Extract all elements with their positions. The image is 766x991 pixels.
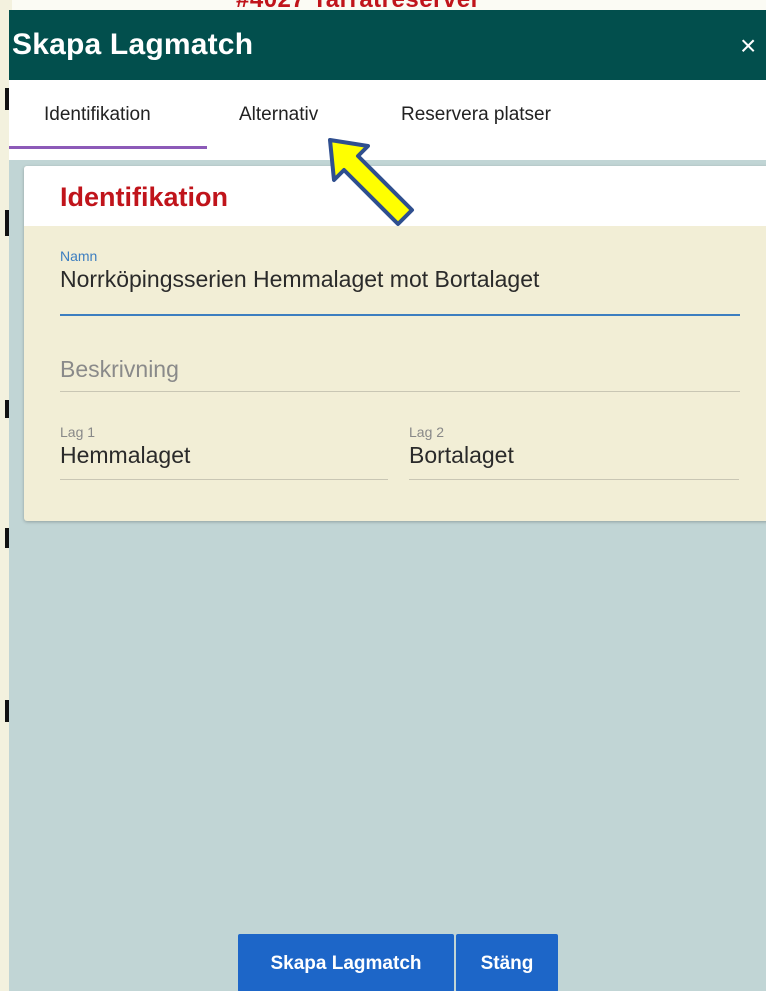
dialog-titlebar: Skapa Lagmatch × xyxy=(9,10,766,80)
description-input[interactable]: Beskrivning xyxy=(60,356,179,383)
team2-label: Lag 2 xyxy=(409,424,445,440)
name-label: Namn xyxy=(60,248,98,264)
team1-input[interactable]: Hemmalaget xyxy=(60,442,190,469)
name-underline xyxy=(60,314,740,316)
name-input[interactable]: Norrköpingsserien Hemmalaget mot Bortala… xyxy=(60,266,539,293)
dialog-title: Skapa Lagmatch xyxy=(12,28,254,61)
team2-underline xyxy=(409,479,739,480)
annotation-arrow-icon xyxy=(328,138,414,226)
active-tab-indicator xyxy=(9,146,207,149)
team2-input[interactable]: Bortalaget xyxy=(409,442,514,469)
name-field[interactable]: Namn Norrköpingsserien Hemmalaget mot Bo… xyxy=(60,244,740,316)
description-underline xyxy=(60,391,740,392)
close-icon[interactable]: × xyxy=(740,32,766,60)
tab-identifikation[interactable]: Identifikation xyxy=(44,104,151,126)
section-heading: Identifikation xyxy=(60,182,228,212)
team2-field[interactable]: Lag 2 Bortalaget xyxy=(409,420,739,480)
team1-field[interactable]: Lag 1 Hemmalaget xyxy=(60,420,388,480)
tab-reservera-platser[interactable]: Reservera platser xyxy=(401,104,551,126)
team1-underline xyxy=(60,479,388,480)
close-button[interactable]: Stäng xyxy=(456,934,558,991)
tab-alternativ[interactable]: Alternativ xyxy=(239,104,318,126)
team1-label: Lag 1 xyxy=(60,424,96,440)
create-team-match-button[interactable]: Skapa Lagmatch xyxy=(238,934,454,991)
description-field[interactable]: Beskrivning xyxy=(60,352,740,392)
